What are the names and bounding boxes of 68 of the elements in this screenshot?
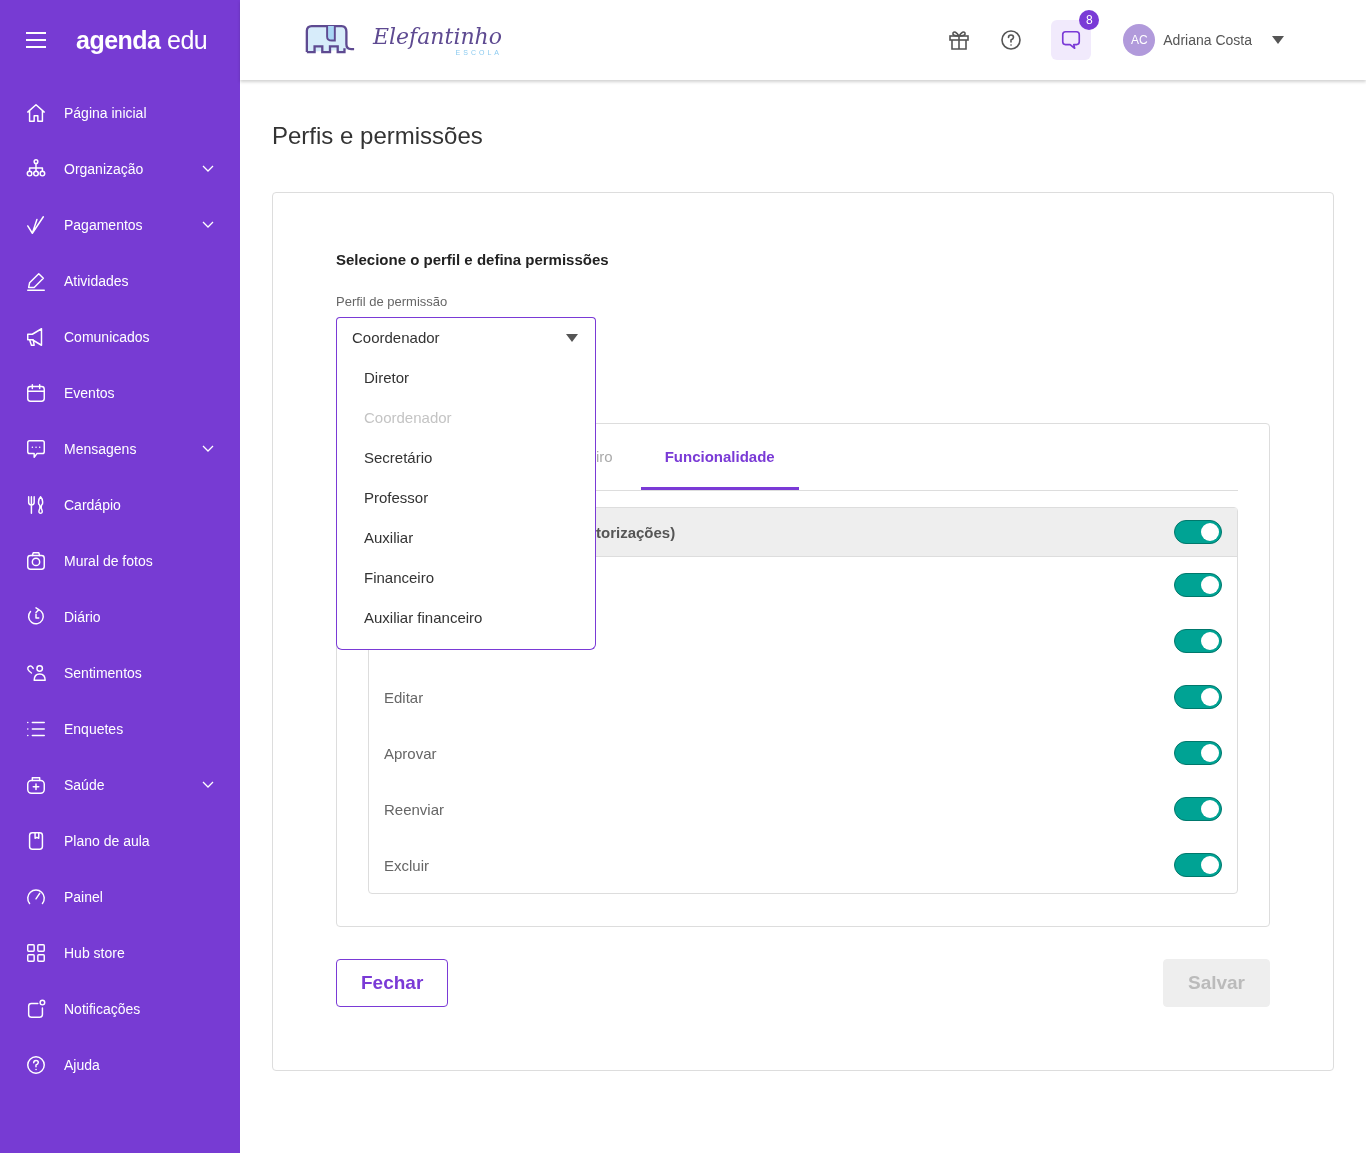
- caret-icon: [566, 333, 578, 342]
- sidebar-item[interactable]: Saúde: [0, 757, 240, 813]
- chevron-down-icon: [202, 165, 214, 173]
- permission-label: Reenviar: [384, 800, 445, 818]
- dropdown-option[interactable]: Financeiro: [337, 557, 595, 597]
- sidebar-item[interactable]: Pagamentos: [0, 197, 240, 253]
- hierarchy-icon: [25, 158, 47, 180]
- toggle-switch[interactable]: [1174, 685, 1222, 709]
- dropdown-option[interactable]: Secretário: [337, 437, 595, 477]
- dropdown-option[interactable]: Diretor: [337, 357, 595, 397]
- toggle-switch[interactable]: [1174, 520, 1222, 544]
- sidebar-item[interactable]: Organização: [0, 141, 240, 197]
- help-icon: [25, 1054, 47, 1076]
- pencil-icon: [25, 270, 47, 292]
- toggle-switch[interactable]: [1174, 797, 1222, 821]
- chevron-down-icon: [202, 781, 214, 789]
- caret-icon[interactable]: [1272, 36, 1284, 44]
- toggle-switch[interactable]: [1174, 573, 1222, 597]
- close-button[interactable]: Fechar: [336, 959, 449, 1007]
- dropdown-option[interactable]: Auxiliar: [337, 517, 595, 557]
- sidebar-item[interactable]: Hub store: [0, 925, 240, 981]
- sidebar-item[interactable]: Diário: [0, 589, 240, 645]
- page-title: Perfis e permissões: [272, 122, 484, 150]
- user-name[interactable]: Adriana Costa: [1163, 32, 1252, 48]
- sidebar-item[interactable]: Comunicados: [0, 309, 240, 365]
- permission-label: Aprovar: [384, 744, 437, 762]
- permission-label: Editar: [384, 688, 424, 706]
- toggle-switch[interactable]: [1174, 629, 1222, 653]
- toggle-switch[interactable]: [1174, 741, 1222, 765]
- sidebar-item[interactable]: Eventos: [0, 365, 240, 421]
- sidebar-item[interactable]: Painel: [0, 869, 240, 925]
- menu-icon[interactable]: [26, 32, 46, 48]
- dropdown-option[interactable]: Professor: [337, 477, 595, 517]
- sidebar-item[interactable]: Ajuda: [0, 1037, 240, 1093]
- sidebar-item[interactable]: Enquetes: [0, 701, 240, 757]
- app-logo: agenda edu: [76, 25, 208, 55]
- field-label: Perfil de permissão: [336, 294, 449, 309]
- chat-icon: [25, 438, 47, 460]
- sidebar-item[interactable]: Cardápio: [0, 477, 240, 533]
- sidebar-item[interactable]: Plano de aula: [0, 813, 240, 869]
- sidebar-item[interactable]: Atividades: [0, 253, 240, 309]
- notification-icon: [25, 998, 47, 1020]
- tab[interactable]: Funcionalidade: [640, 448, 799, 490]
- person-heart-icon: [25, 662, 47, 684]
- camera-icon: [25, 550, 47, 572]
- profile-dropdown[interactable]: Coordenador: [336, 317, 596, 357]
- sidebar-item[interactable]: Notificações: [0, 981, 240, 1037]
- section-heading: Selecione o perfil e defina permissões: [336, 251, 610, 268]
- sidebar-item[interactable]: Mural de fotos: [0, 533, 240, 589]
- chevron-down-icon: [202, 221, 214, 229]
- school-name: Elefantinho: [373, 24, 502, 49]
- gift-icon[interactable]: [947, 28, 972, 52]
- section-title: torizações): [596, 523, 676, 541]
- calendar-icon: [25, 382, 47, 404]
- permission-label: Excluir: [384, 856, 429, 874]
- chat-icon: [1060, 29, 1083, 51]
- chevron-down-icon: [202, 445, 214, 453]
- sidebar-item[interactable]: Sentimentos: [0, 645, 240, 701]
- grid-icon: [25, 942, 47, 964]
- home-icon: [25, 102, 47, 124]
- sidebar-item[interactable]: Página inicial: [0, 85, 240, 141]
- notification-badge: 8: [1079, 10, 1100, 30]
- toggle-switch[interactable]: [1174, 853, 1222, 877]
- sidebar-item[interactable]: Mensagens: [0, 421, 240, 477]
- medical-kit-icon: [25, 774, 47, 796]
- check-icon: [25, 214, 47, 236]
- help-icon[interactable]: [999, 28, 1024, 52]
- dropdown-option[interactable]: Auxiliar financeiro: [337, 597, 595, 637]
